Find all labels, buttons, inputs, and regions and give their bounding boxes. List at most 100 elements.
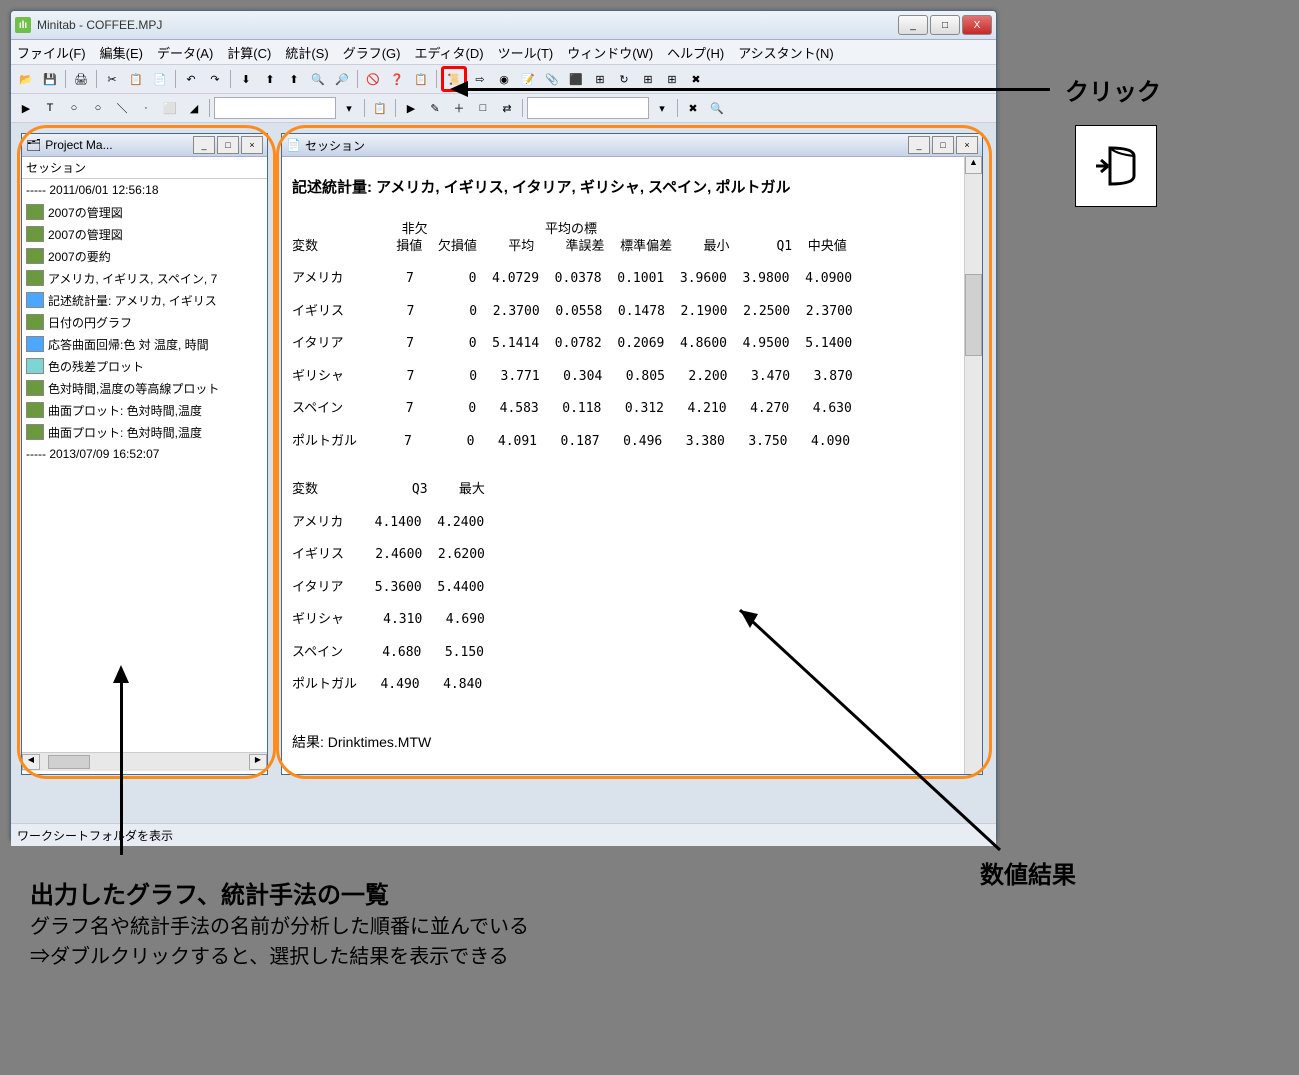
- scroll-left-icon[interactable]: ◀: [22, 754, 40, 770]
- menu-edit[interactable]: 編集(E): [100, 43, 143, 62]
- help-icon[interactable]: ❓: [386, 68, 408, 90]
- circle-icon[interactable]: ○: [63, 97, 85, 119]
- menu-data[interactable]: データ(A): [157, 43, 213, 62]
- menu-help[interactable]: ヘルプ(H): [667, 43, 724, 62]
- crosshair-icon[interactable]: ＋: [448, 97, 470, 119]
- session-maximize-button[interactable]: □: [932, 136, 954, 154]
- pm-maximize-button[interactable]: □: [217, 136, 239, 154]
- pm-item[interactable]: 色対時間,温度の等高線プロット: [22, 377, 267, 399]
- clipboard-icon[interactable]: 📋: [410, 68, 432, 90]
- toolbar-icon[interactable]: ✖: [685, 68, 707, 90]
- line-icon[interactable]: ＼: [111, 97, 133, 119]
- combo-box-1[interactable]: [214, 97, 336, 119]
- pm-item[interactable]: 記述統計量: アメリカ, イギリス: [22, 289, 267, 311]
- menu-calc[interactable]: 計算(C): [227, 43, 271, 62]
- pm-item[interactable]: 曲面プロット: 色対時間,温度: [22, 399, 267, 421]
- toolbar-icon[interactable]: ⊞: [589, 68, 611, 90]
- scroll-up-icon[interactable]: ▲: [965, 156, 982, 174]
- print-icon[interactable]: 🖨: [70, 68, 92, 90]
- copy-icon[interactable]: 📋: [125, 68, 147, 90]
- arrow-icon[interactable]: ▶: [15, 97, 37, 119]
- dropdown-icon[interactable]: ▾: [651, 97, 673, 119]
- session-body[interactable]: 記述統計量: アメリカ, イギリス, イタリア, ギリシャ, スペイン, ポルト…: [282, 157, 982, 764]
- open-icon[interactable]: 📂: [15, 68, 37, 90]
- pm-item[interactable]: 2007の要約: [22, 245, 267, 267]
- toolbar-icon[interactable]: ⊞: [661, 68, 683, 90]
- undo-icon[interactable]: ↶: [180, 68, 202, 90]
- combo-box-2[interactable]: [527, 97, 649, 119]
- redo-icon[interactable]: ↷: [204, 68, 226, 90]
- toolbar-icon[interactable]: 📎: [541, 68, 563, 90]
- point-icon[interactable]: ·: [135, 97, 157, 119]
- scroll-right-icon[interactable]: ▶: [249, 754, 267, 770]
- dropdown-icon[interactable]: ▾: [338, 97, 360, 119]
- cancel-icon[interactable]: 🚫: [362, 68, 384, 90]
- findnext-icon[interactable]: 🔎: [331, 68, 353, 90]
- separator-icon: [436, 70, 437, 88]
- paste-icon[interactable]: 📄: [149, 68, 171, 90]
- find-icon[interactable]: 🔍: [307, 68, 329, 90]
- pm-minimize-button[interactable]: _: [193, 136, 215, 154]
- session-minimize-button[interactable]: _: [908, 136, 930, 154]
- sort-icon[interactable]: ⬆: [283, 68, 305, 90]
- polygon-icon[interactable]: ◢: [183, 97, 205, 119]
- toolbar-icon[interactable]: ⬛: [565, 68, 587, 90]
- pm-hscrollbar[interactable]: ◀ ▶: [22, 752, 267, 771]
- rect-icon[interactable]: ⬜: [159, 97, 181, 119]
- menu-editor[interactable]: エディタ(D): [414, 43, 483, 62]
- zoom-icon[interactable]: 🔍: [706, 97, 728, 119]
- region-icon[interactable]: □: [472, 97, 494, 119]
- pm-item[interactable]: 日付の円グラフ: [22, 311, 267, 333]
- window-title: Minitab - COFFEE.MPJ: [37, 18, 898, 32]
- maximize-button[interactable]: □: [930, 15, 960, 35]
- pm-item[interactable]: 2007の管理図: [22, 201, 267, 223]
- swap-icon[interactable]: ⇄: [496, 97, 518, 119]
- toolbar-icon[interactable]: ◉: [493, 68, 515, 90]
- toolbar-graph: ▶ T ○ ○ ＼ · ⬜ ◢ ▾ 📋 ▶ ✎ ＋ □ ⇄ ▾ ✖ 🔍: [11, 94, 996, 123]
- pm-close-button[interactable]: ×: [241, 136, 263, 154]
- chart-icon: [26, 204, 44, 220]
- pm-item[interactable]: ----- 2011/06/01 12:56:18: [22, 179, 267, 201]
- separator-icon: [677, 99, 678, 117]
- cut-icon[interactable]: ✂: [101, 68, 123, 90]
- minimize-button[interactable]: _: [898, 15, 928, 35]
- session-close-button[interactable]: ×: [956, 136, 978, 154]
- tool-icon[interactable]: 📋: [369, 97, 391, 119]
- pm-item[interactable]: ----- 2013/07/09 16:52:07: [22, 443, 267, 465]
- pm-item[interactable]: アメリカ, イギリス, スペイン, 7: [22, 267, 267, 289]
- zoomed-toolbar-icon: [1075, 125, 1157, 207]
- menu-assistant[interactable]: アシスタント(N): [738, 43, 834, 62]
- arrow-head-icon: [113, 665, 129, 683]
- down-icon[interactable]: ⬇: [235, 68, 257, 90]
- brush-icon[interactable]: ✎: [424, 97, 446, 119]
- close-button[interactable]: X: [962, 15, 992, 35]
- save-icon[interactable]: 💾: [39, 68, 61, 90]
- toolbar-icon[interactable]: ⊞: [637, 68, 659, 90]
- menu-window[interactable]: ウィンドウ(W): [567, 43, 653, 62]
- menu-stat[interactable]: 統計(S): [285, 43, 328, 62]
- menu-file[interactable]: ファイル(F): [17, 43, 86, 62]
- menu-graph[interactable]: グラフ(G): [343, 43, 401, 62]
- toolbar-icon[interactable]: ⇨: [469, 68, 491, 90]
- pm-item[interactable]: 2007の管理図: [22, 223, 267, 245]
- pm-item[interactable]: 応答曲面回帰:色 対 温度, 時間: [22, 333, 267, 355]
- table-row: イタリア 5.3600 5.4400: [292, 580, 484, 595]
- toolbar-icon[interactable]: ↻: [613, 68, 635, 90]
- ellipse-icon[interactable]: ○: [87, 97, 109, 119]
- session-vscrollbar[interactable]: ▲: [964, 156, 982, 774]
- text-icon[interactable]: T: [39, 97, 61, 119]
- menu-tools[interactable]: ツール(T): [498, 43, 554, 62]
- scroll-thumb[interactable]: [48, 755, 90, 769]
- annotation-click-label: クリック: [1065, 72, 1161, 107]
- table2-header: 変数 Q3 最大: [292, 482, 485, 497]
- pm-item[interactable]: 曲面プロット: 色対時間,温度: [22, 421, 267, 443]
- separator-icon: [209, 99, 210, 117]
- window-buttons: _ □ X: [898, 15, 992, 35]
- toolbar-icon[interactable]: 📝: [517, 68, 539, 90]
- pm-item[interactable]: 色の残差プロット: [22, 355, 267, 377]
- result-heading: 結果: Drinktimes.MTW: [292, 734, 972, 752]
- up-icon[interactable]: ⬆: [259, 68, 281, 90]
- delete-icon[interactable]: ✖: [682, 97, 704, 119]
- select-icon[interactable]: ▶: [400, 97, 422, 119]
- scroll-thumb[interactable]: [965, 274, 982, 356]
